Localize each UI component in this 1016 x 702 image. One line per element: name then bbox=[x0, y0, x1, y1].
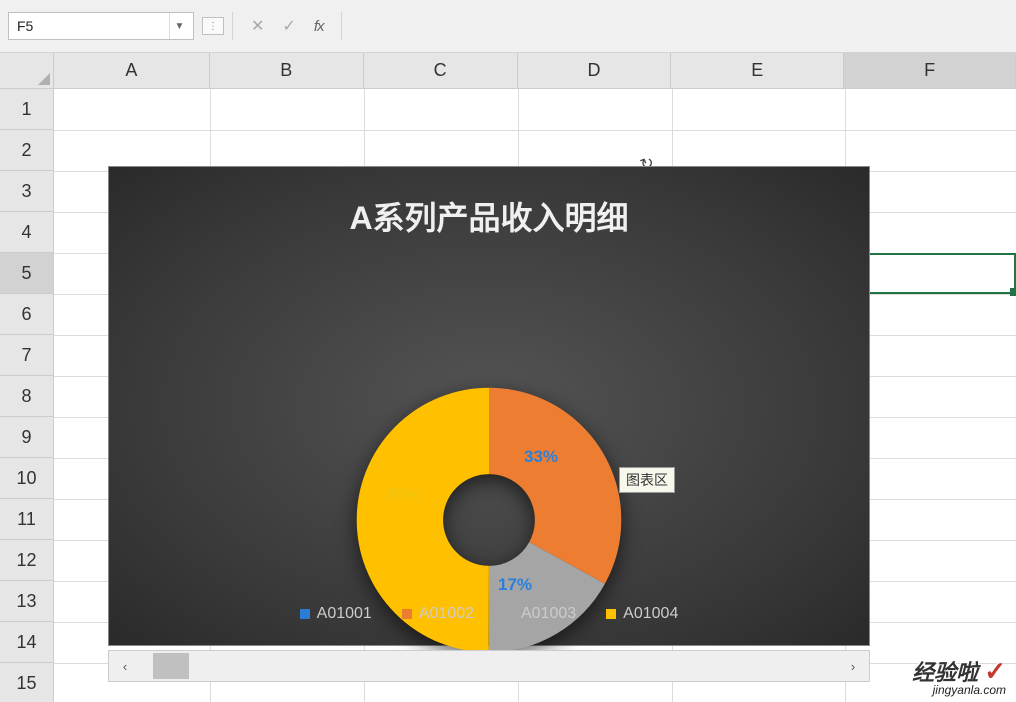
legend-item[interactable]: A01002 bbox=[402, 605, 474, 623]
expand-formula-button[interactable]: ⋮ bbox=[202, 17, 224, 35]
row-header-8[interactable]: 8 bbox=[0, 376, 54, 417]
watermark-url: jingyanla.com bbox=[912, 684, 1006, 696]
chart-legend[interactable]: A01001 A01002 A01003 A01004 bbox=[109, 605, 869, 623]
chart-scrollbar[interactable]: ‹ › bbox=[108, 650, 870, 682]
row-header-14[interactable]: 14 bbox=[0, 622, 54, 663]
row-header-1[interactable]: 1 bbox=[0, 89, 54, 130]
name-box-dropdown[interactable]: ▼ bbox=[169, 13, 189, 39]
swatch-icon bbox=[606, 609, 616, 619]
row-header-4[interactable]: 4 bbox=[0, 212, 54, 253]
spreadsheet-grid[interactable]: A B C D E F 1 2 3 4 5 6 7 8 9 10 11 12 1… bbox=[0, 53, 1016, 702]
scroll-right-icon[interactable]: › bbox=[837, 651, 869, 681]
check-icon: ✓ bbox=[984, 656, 1006, 686]
data-label-33: 33% bbox=[524, 447, 558, 467]
swatch-icon bbox=[402, 609, 412, 619]
gridline bbox=[54, 130, 1016, 131]
active-cell bbox=[845, 253, 1016, 294]
cancel-icon[interactable]: ✕ bbox=[251, 16, 264, 36]
row-header-15[interactable]: 15 bbox=[0, 663, 54, 702]
divider bbox=[232, 12, 233, 40]
divider bbox=[341, 12, 342, 40]
scroll-track[interactable] bbox=[141, 651, 837, 681]
select-all-corner[interactable] bbox=[0, 53, 54, 89]
watermark: 经验啦 ✓ jingyanla.com bbox=[912, 658, 1006, 696]
col-header-A[interactable]: A bbox=[54, 53, 210, 89]
swatch-icon bbox=[300, 609, 310, 619]
watermark-text: 经验啦 bbox=[912, 660, 978, 685]
row-header-13[interactable]: 13 bbox=[0, 581, 54, 622]
fbar-buttons: ✕ ✓ fx bbox=[241, 16, 333, 36]
column-headers: A B C D E F bbox=[54, 53, 1016, 89]
legend-item[interactable]: A01001 bbox=[300, 605, 372, 623]
col-header-E[interactable]: E bbox=[671, 53, 844, 89]
legend-label: A01001 bbox=[317, 605, 372, 623]
row-header-10[interactable]: 10 bbox=[0, 458, 54, 499]
col-header-D[interactable]: D bbox=[518, 53, 672, 89]
row-headers: 1 2 3 4 5 6 7 8 9 10 11 12 13 14 15 bbox=[0, 89, 54, 702]
row-header-11[interactable]: 11 bbox=[0, 499, 54, 540]
data-label-17: 17% bbox=[498, 575, 532, 595]
legend-item[interactable]: A01004 bbox=[606, 605, 678, 623]
legend-label: A01002 bbox=[419, 605, 474, 623]
chart-tooltip: 图表区 bbox=[619, 467, 675, 493]
name-box[interactable] bbox=[9, 18, 169, 34]
enter-icon[interactable]: ✓ bbox=[282, 16, 295, 36]
col-header-F[interactable]: F bbox=[844, 53, 1016, 89]
name-box-wrap: ▼ bbox=[8, 12, 194, 40]
fx-icon[interactable]: fx bbox=[314, 18, 324, 35]
scroll-left-icon[interactable]: ‹ bbox=[109, 651, 141, 681]
scroll-thumb[interactable] bbox=[153, 653, 189, 679]
row-header-7[interactable]: 7 bbox=[0, 335, 54, 376]
legend-label: A01004 bbox=[623, 605, 678, 623]
row-header-3[interactable]: 3 bbox=[0, 171, 54, 212]
row-header-5[interactable]: 5 bbox=[0, 253, 54, 294]
row-header-2[interactable]: 2 bbox=[0, 130, 54, 171]
formula-bar-row: ▼ ⋮ ✕ ✓ fx bbox=[0, 0, 1016, 53]
legend-item[interactable]: A01003 bbox=[504, 605, 576, 623]
chart-title[interactable]: A系列产品收入明细 bbox=[109, 167, 869, 239]
formula-input[interactable] bbox=[350, 12, 1008, 40]
row-header-9[interactable]: 9 bbox=[0, 417, 54, 458]
row-header-12[interactable]: 12 bbox=[0, 540, 54, 581]
swatch-icon bbox=[504, 609, 514, 619]
data-label-50: 50% bbox=[386, 485, 420, 505]
legend-label: A01003 bbox=[521, 605, 576, 623]
col-header-C[interactable]: C bbox=[364, 53, 518, 89]
col-header-B[interactable]: B bbox=[210, 53, 364, 89]
chart-object[interactable]: A系列产品收入明细 33% 17% 50% 图表区 A01001 A01002 bbox=[108, 166, 870, 646]
row-header-6[interactable]: 6 bbox=[0, 294, 54, 335]
